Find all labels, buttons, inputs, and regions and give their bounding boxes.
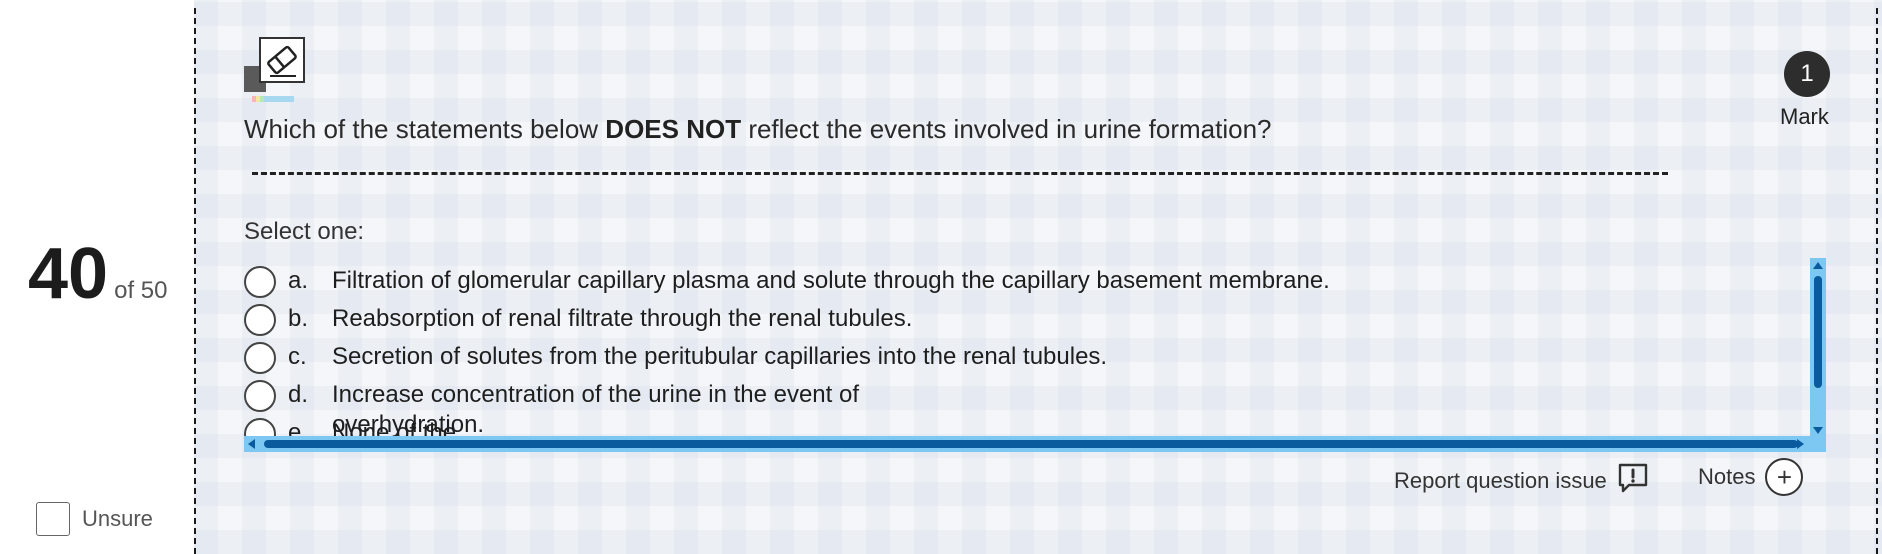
options-vertical-scrollbar[interactable] xyxy=(1810,258,1826,438)
option-e[interactable]: e. None of the xyxy=(244,418,456,436)
left-divider xyxy=(194,8,196,554)
options-horizontal-scrollbar[interactable] xyxy=(244,436,1826,452)
answer-options-list: a. Filtration of glomerular capillary pl… xyxy=(244,262,1810,436)
question-stem: Which of the statements below DOES NOT r… xyxy=(244,114,1272,145)
option-a-letter: a. xyxy=(288,267,309,294)
scroll-down-arrow-icon[interactable] xyxy=(1813,427,1823,434)
vertical-scroll-thumb[interactable] xyxy=(1814,276,1822,388)
question-text-end: reflect the events involved in urine for… xyxy=(741,114,1272,144)
option-d-radio[interactable] xyxy=(244,380,276,412)
question-navigator-panel: 40 of 50 Unsure xyxy=(0,0,194,554)
mark-label: Mark xyxy=(1780,104,1829,129)
horizontal-scroll-thumb[interactable] xyxy=(264,440,1798,448)
option-a-radio[interactable] xyxy=(244,266,276,298)
question-number-value: 40 xyxy=(28,234,109,314)
option-b[interactable]: b. Reabsorption of renal filtrate throug… xyxy=(244,304,912,336)
option-c-letter: c. xyxy=(288,343,307,370)
notes-button[interactable]: Notes + xyxy=(1698,458,1804,496)
report-issue-icon xyxy=(1617,462,1649,500)
option-b-letter: b. xyxy=(288,305,309,332)
question-separator xyxy=(252,172,1668,175)
notes-label: Notes xyxy=(1698,464,1756,489)
right-divider xyxy=(1876,8,1878,554)
option-e-letter: e. xyxy=(288,419,309,436)
scroll-up-arrow-icon[interactable] xyxy=(1813,262,1823,269)
unsure-checkbox[interactable] xyxy=(36,502,70,536)
scroll-left-arrow-icon[interactable] xyxy=(248,439,255,449)
question-number: 40 of 50 xyxy=(28,238,167,310)
option-e-text: None of the xyxy=(332,419,457,436)
option-a-text: Filtration of glomerular capillary plasm… xyxy=(332,267,1330,294)
report-question-issue-label: Report question issue xyxy=(1394,468,1607,493)
option-b-text: Reabsorption of renal filtrate through t… xyxy=(332,305,913,332)
select-one-instruction: Select one: xyxy=(244,218,365,245)
question-text-emphasis: DOES NOT xyxy=(605,114,742,144)
option-e-radio[interactable] xyxy=(244,418,276,436)
question-text-start: Which of the statements below xyxy=(244,114,606,144)
option-a[interactable]: a. Filtration of glomerular capillary pl… xyxy=(244,266,1330,298)
question-total: of 50 xyxy=(114,277,168,304)
option-c[interactable]: c. Secretion of solutes from the peritub… xyxy=(244,342,1107,374)
scroll-right-arrow-icon[interactable] xyxy=(1797,439,1804,449)
mark-badge: 1 xyxy=(1784,51,1830,97)
plus-circle-icon[interactable]: + xyxy=(1765,458,1804,496)
unsure-toggle[interactable]: Unsure xyxy=(36,502,153,536)
option-d-text-line1: Increase concentration of the urine in t… xyxy=(332,381,860,408)
option-b-radio[interactable] xyxy=(244,304,276,336)
eraser-icon[interactable] xyxy=(244,36,306,106)
unsure-label: Unsure xyxy=(82,506,153,531)
option-c-text: Secretion of solutes from the peritubula… xyxy=(332,343,1108,370)
report-question-issue-button[interactable]: Report question issue xyxy=(1394,462,1649,500)
option-d-letter: d. xyxy=(288,381,309,408)
option-c-radio[interactable] xyxy=(244,342,276,374)
exam-question-page: 40 of 50 Unsure Which of the statements … xyxy=(0,0,1882,554)
